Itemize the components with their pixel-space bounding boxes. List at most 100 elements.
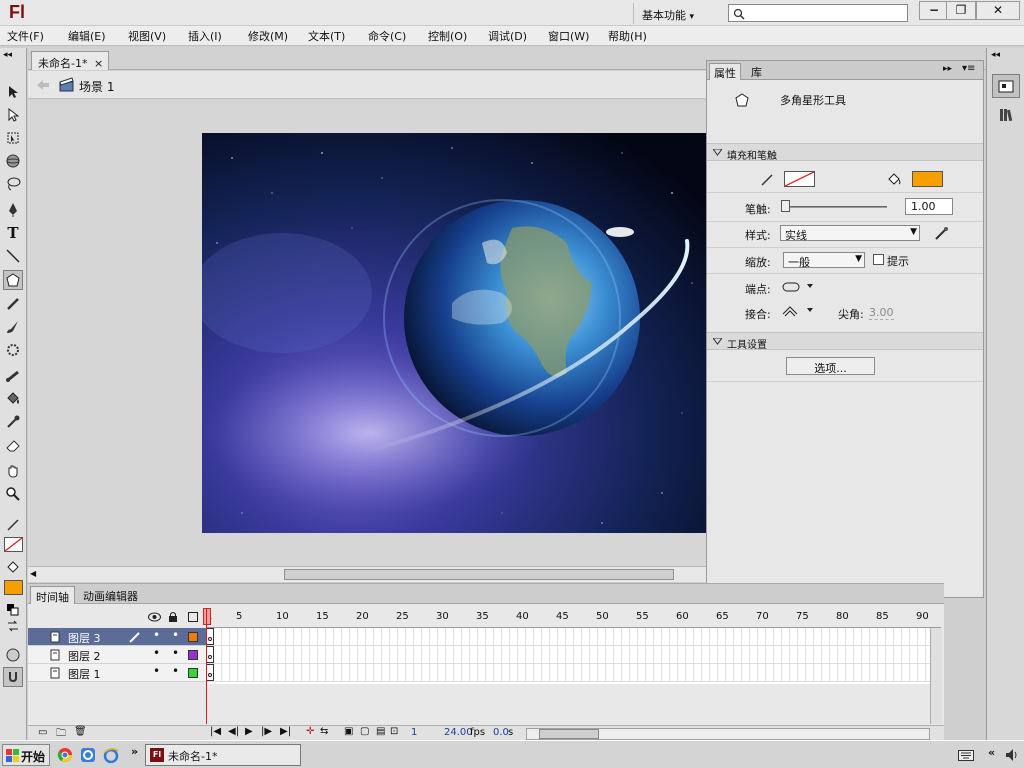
timeline-vertical-scrollbar[interactable] (930, 628, 942, 724)
taskbar-item-flash[interactable]: Fl 未命名-1* (145, 744, 301, 766)
menu-window[interactable]: 窗口(W) (548, 28, 589, 44)
keyframe[interactable] (206, 628, 214, 645)
expand-dock-icon[interactable]: ◂◂ (991, 50, 1000, 60)
edit-multiple-icon[interactable]: ▤ (376, 726, 385, 737)
stage-horizontal-scrollbar[interactable]: ◀ (28, 566, 706, 582)
visible-dot[interactable]: • (153, 646, 160, 660)
text-tool-icon[interactable]: T (3, 223, 23, 243)
pencil-tool-icon[interactable] (3, 294, 23, 314)
hand-tool-icon[interactable] (3, 461, 23, 481)
menu-debug[interactable]: 调试(D) (488, 28, 527, 44)
deco-tool-icon[interactable] (3, 340, 23, 360)
menu-edit[interactable]: 编辑(E) (68, 28, 106, 44)
menu-view[interactable]: 视图(V) (128, 28, 166, 44)
stroke-width-slider-thumb[interactable] (781, 200, 790, 212)
start-button[interactable]: 开始 (2, 744, 50, 766)
menu-file[interactable]: 文件(F) (7, 28, 44, 44)
onion-skin-icon[interactable]: ▣ (344, 726, 353, 737)
workspace-switcher[interactable]: 基本功能 ▾ (633, 3, 715, 24)
frame-grid[interactable] (206, 628, 941, 684)
options-button[interactable]: 选项... (786, 357, 875, 375)
layer-row[interactable]: 图层 1 • • (28, 664, 206, 682)
snap-magnet-icon[interactable] (3, 667, 23, 687)
stroke-width-input[interactable]: 1.00 (905, 198, 953, 215)
line-tool-icon[interactable] (3, 246, 23, 266)
prev-frame-icon[interactable]: ◀| (228, 726, 239, 737)
back-arrow-icon[interactable] (36, 79, 50, 91)
layer-outline-color[interactable] (188, 650, 198, 660)
document-tab[interactable]: 未命名-1* × (31, 51, 109, 70)
play-icon[interactable]: ▶ (245, 726, 253, 737)
playhead[interactable] (203, 608, 211, 625)
section-fill-stroke[interactable]: 填充和笔触 (707, 143, 983, 162)
first-frame-icon[interactable]: |◀ (210, 726, 221, 737)
scroll-left-icon[interactable]: ◀ (30, 569, 41, 580)
tray-collapse-icon[interactable]: « (988, 746, 995, 759)
menu-help[interactable]: 帮助(H) (608, 28, 647, 44)
frame-row[interactable] (206, 664, 941, 682)
menu-text[interactable]: 文本(T) (308, 28, 345, 44)
miter-value[interactable]: 3.00 (869, 306, 894, 320)
lock-dot[interactable]: • (172, 646, 179, 660)
speaker-icon[interactable] (1004, 747, 1020, 763)
hint-checkbox[interactable] (873, 254, 884, 265)
subselection-tool-icon[interactable] (3, 105, 23, 125)
chrome-icon[interactable] (57, 747, 73, 763)
scrollbar-thumb[interactable] (284, 569, 674, 580)
cap-select[interactable] (781, 280, 819, 294)
keyframe[interactable] (206, 646, 214, 663)
fill-color-button[interactable] (912, 171, 943, 187)
elapsed-time-value[interactable]: 0.0 (493, 727, 509, 738)
frame-rate-value[interactable]: 24.00 (444, 727, 473, 738)
tab-timeline[interactable]: 时间轴 (30, 586, 75, 604)
frame-row[interactable] (206, 646, 941, 664)
fill-color-swatch[interactable] (4, 580, 23, 595)
object-drawing-icon[interactable] (3, 645, 23, 665)
stroke-width-slider[interactable] (783, 206, 887, 208)
scale-select[interactable]: 一般 ▼ (783, 252, 865, 269)
library-dock-icon[interactable] (992, 103, 1020, 127)
frame-horizontal-scrollbar[interactable] (526, 728, 930, 740)
minimize-button[interactable]: − (919, 1, 949, 20)
eraser-tool-icon[interactable] (3, 435, 23, 455)
close-tab-icon[interactable]: × (94, 57, 103, 70)
selection-tool-icon[interactable] (3, 82, 23, 102)
section-tool-settings[interactable]: 工具设置 (707, 332, 983, 351)
keyboard-icon[interactable] (958, 750, 974, 761)
frame-row[interactable] (206, 628, 941, 646)
delete-layer-icon[interactable]: 🗑 (74, 726, 87, 737)
loop-icon[interactable]: ⇆ (320, 726, 328, 737)
search-input[interactable] (728, 4, 908, 22)
properties-dock-icon[interactable] (992, 74, 1020, 98)
menu-commands[interactable]: 命令(C) (368, 28, 406, 44)
keyframe[interactable] (206, 664, 214, 681)
new-layer-icon[interactable]: ▭ (38, 727, 47, 738)
ie-icon[interactable] (103, 747, 119, 763)
onion-markers-icon[interactable]: ⊡ (390, 726, 398, 737)
3d-rotation-tool-icon[interactable] (3, 151, 23, 171)
tab-library[interactable]: 库 (747, 63, 766, 80)
lock-icon[interactable] (168, 611, 178, 622)
next-frame-icon[interactable]: |▶ (261, 726, 272, 737)
close-button[interactable]: ✕ (976, 1, 1020, 20)
stroke-color-swatch[interactable] (4, 537, 23, 552)
outline-icon[interactable] (188, 612, 198, 622)
visible-dot[interactable]: • (153, 664, 160, 678)
menu-control[interactable]: 控制(O) (428, 28, 467, 44)
lasso-tool-icon[interactable] (3, 174, 23, 194)
center-frame-icon[interactable]: ✛ (306, 726, 314, 737)
brush-tool-icon[interactable] (3, 317, 23, 337)
lock-dot[interactable]: • (172, 664, 179, 678)
zoom-tool-icon[interactable] (3, 484, 23, 504)
tab-motion-editor[interactable]: 动画编辑器 (78, 586, 143, 604)
polystar-tool-icon[interactable] (3, 270, 23, 290)
current-frame-value[interactable]: 1 (411, 727, 417, 738)
collapse-icon[interactable]: ◂◂ (3, 50, 12, 60)
menu-insert[interactable]: 插入(I) (188, 28, 222, 44)
scene-label[interactable]: 场景 1 (79, 78, 114, 95)
restore-button[interactable]: ❐ (946, 1, 976, 20)
bone-tool-icon[interactable] (3, 366, 23, 386)
layer-row[interactable]: 图层 2 • • (28, 646, 206, 664)
free-transform-tool-icon[interactable] (3, 128, 23, 148)
frame-ruler[interactable]: 151015202530354045505560657075808590 (206, 608, 941, 628)
